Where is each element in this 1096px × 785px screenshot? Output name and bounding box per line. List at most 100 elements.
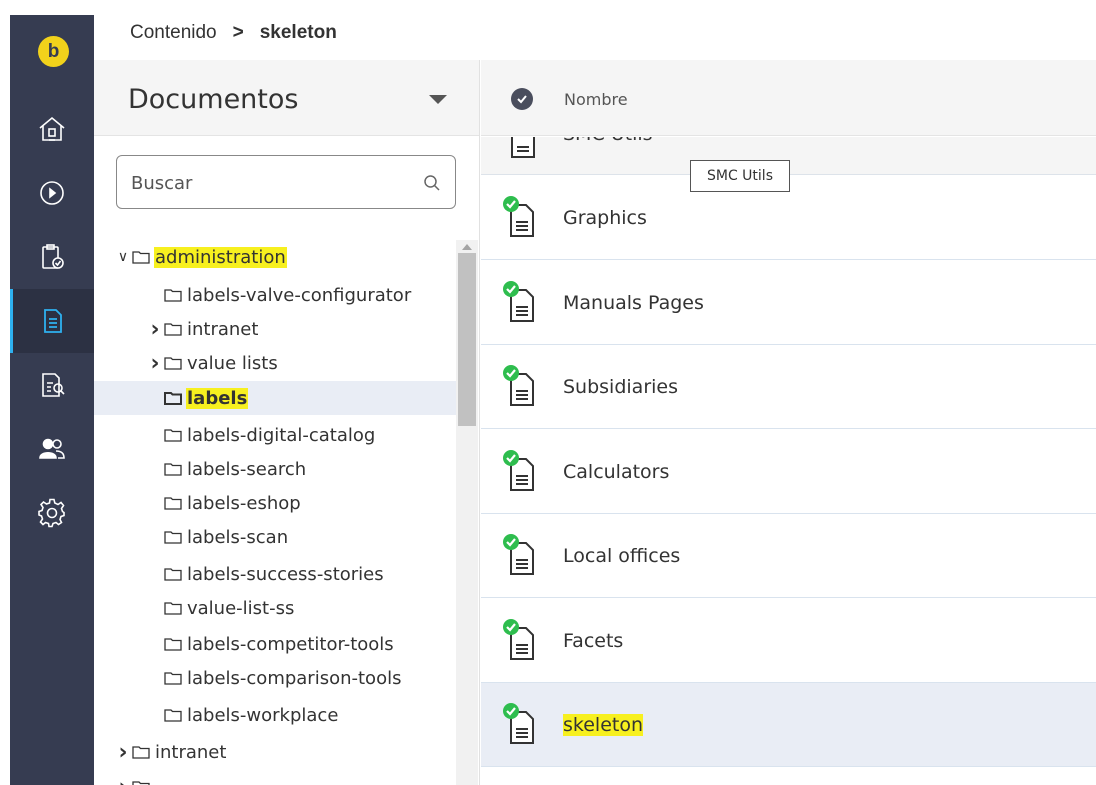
list-header: Nombre: [481, 60, 1096, 136]
tree-item[interactable]: › intranet: [94, 312, 456, 346]
folder-icon: [164, 602, 182, 615]
folder-icon: [164, 429, 182, 442]
chevron-right-icon[interactable]: ›: [114, 740, 132, 765]
published-document-icon: [503, 196, 534, 237]
folder-icon: [164, 392, 182, 405]
tree-item[interactable]: labels-eshop: [94, 486, 456, 520]
folder-icon: [132, 781, 150, 785]
document-name-text: Manuals Pages: [563, 291, 704, 314]
document-name-text: Facets: [563, 629, 624, 652]
breadcrumb: Contenido > skeleton: [130, 22, 337, 44]
document-name: SMC Utils: [563, 137, 653, 145]
document-name-text: Subsidiaries: [563, 376, 679, 398]
clipboard-check-icon: [42, 244, 64, 269]
tree-item[interactable]: ›: [94, 770, 456, 785]
tree-item-label: value-list-ss: [187, 597, 295, 619]
tree-item[interactable]: labels-comparison-tools: [94, 661, 456, 695]
caret-down-icon[interactable]: [429, 95, 447, 104]
list-item[interactable]: Calculators: [481, 429, 1096, 514]
check-icon: [517, 95, 527, 104]
tree-item-label: labels-eshop: [187, 492, 301, 514]
published-document-icon: [503, 534, 534, 575]
nav-tasks[interactable]: [10, 225, 94, 289]
list-item[interactable]: Local offices: [481, 514, 1096, 598]
tree-item[interactable]: labels-success-stories: [94, 557, 456, 591]
published-document-icon: [503, 449, 534, 491]
nav-documents[interactable]: [10, 289, 94, 353]
tree-item-label: labels-success-stories: [187, 563, 384, 585]
search-input[interactable]: [131, 170, 411, 196]
folder-icon: [164, 357, 182, 370]
panel-title: Documentos: [128, 84, 299, 115]
tree-item-label: intranet: [187, 318, 259, 340]
chevron-right-icon[interactable]: ›: [146, 317, 164, 342]
scroll-up-arrow-icon[interactable]: [462, 244, 472, 250]
tree-item[interactable]: labels-workplace: [94, 698, 456, 732]
document-icon: [511, 137, 535, 158]
breadcrumb-current: skeleton: [259, 22, 337, 43]
nav-users[interactable]: [10, 417, 94, 481]
tree-item-label: labels-comparison-tools: [187, 667, 402, 689]
nav-home[interactable]: [10, 97, 94, 161]
breadcrumb-root[interactable]: Contenido: [130, 22, 217, 44]
tree-item[interactable]: labels-search: [94, 452, 456, 486]
chevron-right-icon[interactable]: ›: [114, 775, 132, 785]
nav-search-documents[interactable]: [10, 353, 94, 417]
tree-scrollbar[interactable]: [456, 240, 478, 785]
tree-item[interactable]: value-list-ss: [94, 591, 456, 625]
document-search-icon: [42, 373, 65, 397]
scroll-thumb[interactable]: [458, 253, 476, 426]
document-name: Facets: [563, 630, 623, 652]
logo-letter: b: [47, 41, 60, 62]
tree-item-label: labels-scan: [187, 526, 289, 548]
folder-icon: [164, 638, 182, 651]
folder-icon: [164, 709, 182, 722]
select-all-checkbox[interactable]: [511, 88, 533, 110]
gear-icon: [38, 498, 65, 528]
folder-icon: [164, 289, 182, 302]
published-document-icon: [503, 618, 534, 660]
list-item[interactable]: Subsidiaries: [481, 345, 1096, 429]
folder-icon: [164, 568, 182, 581]
folder-icon: [164, 672, 182, 685]
nav-settings[interactable]: [10, 481, 94, 545]
tree-item[interactable]: › intranet: [94, 735, 456, 769]
list-item[interactable]: Facets: [481, 598, 1096, 683]
folder-icon: [164, 463, 182, 476]
tree-item[interactable]: labels-valve-configurator: [94, 278, 456, 312]
tree-item-label: administration: [154, 246, 287, 268]
tree-item-label: labels: [186, 387, 249, 409]
published-document-icon: [503, 365, 534, 406]
tree-item[interactable]: › value lists: [94, 346, 456, 380]
app-logo[interactable]: b: [38, 36, 69, 67]
published-document-icon: [503, 280, 534, 322]
tree-item[interactable]: labels: [94, 381, 456, 415]
document-name: Calculators: [563, 461, 669, 483]
tree-item-label: intranet: [155, 741, 227, 763]
tree-item[interactable]: labels-digital-catalog: [94, 418, 456, 452]
nav-workflows[interactable]: [10, 161, 94, 225]
document-icon: [44, 309, 62, 333]
tree-item-label: labels-search: [187, 458, 307, 480]
chevron-down-icon[interactable]: ∨: [114, 249, 132, 265]
search-icon[interactable]: [423, 174, 441, 192]
folder-icon: [132, 251, 150, 264]
folder-icon: [164, 531, 182, 544]
tree-item-label: labels-workplace: [187, 704, 339, 726]
search-field[interactable]: [116, 155, 456, 209]
tree-item[interactable]: ∨ administration: [94, 240, 456, 274]
list-item[interactable]: skeleton: [481, 683, 1096, 767]
document-name: Subsidiaries: [563, 376, 678, 398]
document-name: Local offices: [563, 545, 680, 567]
tree-item[interactable]: labels-scan: [94, 520, 456, 554]
folder-icon: [132, 746, 150, 759]
tree-panel-header: Documentos: [94, 60, 479, 136]
play-circle-icon: [40, 181, 64, 205]
document-name-text: skeleton: [563, 714, 643, 736]
breadcrumb-separator: >: [232, 22, 244, 43]
tree-item-label: labels-digital-catalog: [187, 424, 376, 446]
list-item[interactable]: Manuals Pages: [481, 260, 1096, 345]
chevron-right-icon[interactable]: ›: [146, 351, 164, 376]
tree-item[interactable]: labels-competitor-tools: [94, 627, 456, 661]
column-header-name[interactable]: Nombre: [564, 90, 628, 109]
